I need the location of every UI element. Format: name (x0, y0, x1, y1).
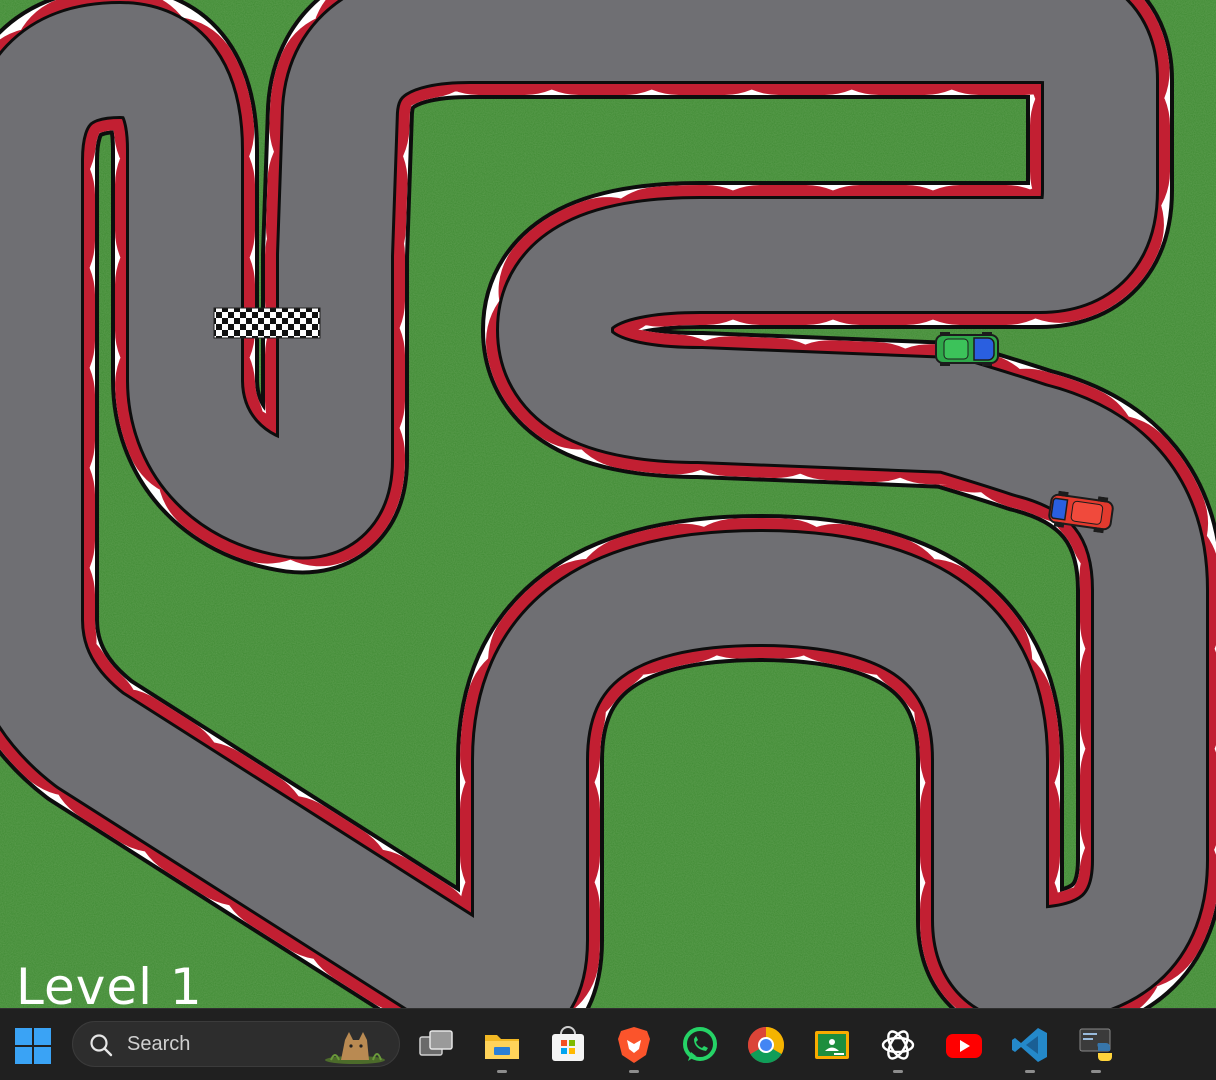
whatsapp-icon[interactable] (680, 1025, 720, 1065)
finish-line (213, 307, 321, 339)
taskbar-search-box[interactable]: Search (72, 1021, 400, 1067)
vscode-running-indicator (1025, 1070, 1035, 1073)
store-icon[interactable] (548, 1025, 588, 1065)
windows-logo-icon[interactable] (14, 1027, 52, 1065)
game-viewport[interactable]: Level 1 (0, 0, 1216, 1008)
classroom-icon[interactable] (812, 1025, 852, 1065)
search-placeholder: Search (127, 1033, 191, 1055)
python-running-indicator (1091, 1070, 1101, 1073)
python-icon[interactable] (1076, 1025, 1116, 1065)
lynx-illustration-icon (325, 1032, 385, 1064)
race-track (0, 0, 1216, 1008)
task-view-icon[interactable] (416, 1025, 456, 1065)
brave-lion-icon[interactable] (614, 1025, 654, 1065)
folder-icon[interactable] (482, 1025, 522, 1065)
level-label: Level 1 (16, 958, 203, 1008)
chatgpt-running-indicator (893, 1070, 903, 1073)
magnifier-icon (90, 1034, 113, 1057)
taskbar: Search (0, 1008, 1216, 1080)
brave-running-indicator (629, 1070, 639, 1073)
youtube-icon[interactable] (944, 1025, 984, 1065)
player-car (935, 332, 999, 366)
file-explorer-running-indicator (497, 1070, 507, 1073)
chrome-icon[interactable] (746, 1025, 786, 1065)
openai-icon[interactable] (878, 1025, 918, 1065)
vscode-icon[interactable] (1010, 1025, 1050, 1065)
